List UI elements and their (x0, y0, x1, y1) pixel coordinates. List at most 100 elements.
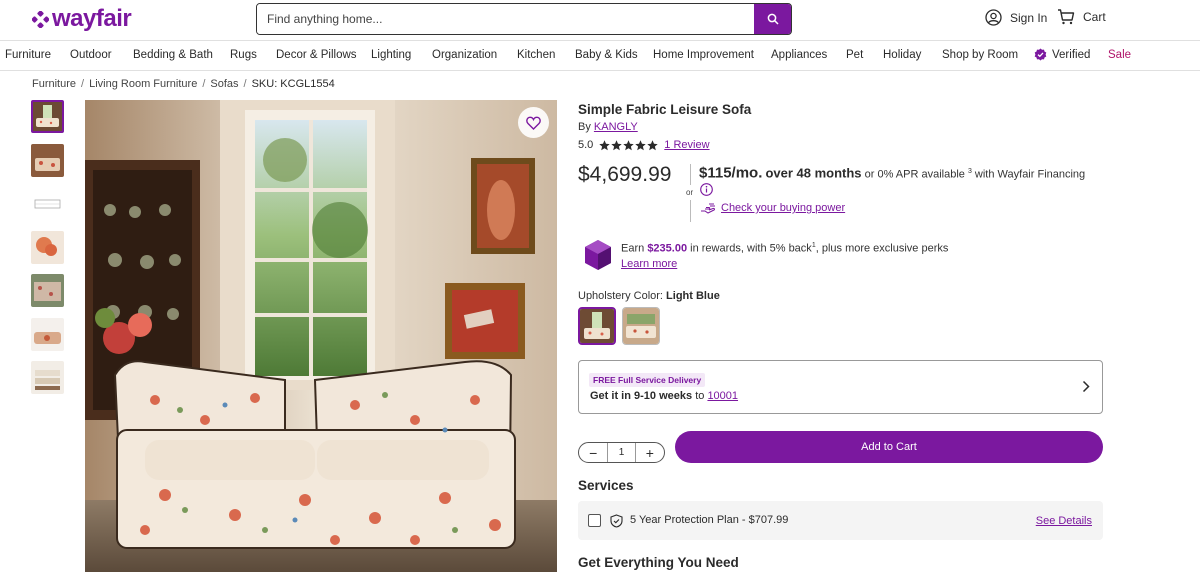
delivery-weeks: 9-10 weeks (634, 390, 693, 402)
divider-line (690, 200, 691, 222)
star-icon (611, 139, 622, 150)
thumbnail-4[interactable] (31, 230, 64, 264)
thumbnail-6[interactable] (31, 317, 64, 351)
nav-pet[interactable]: Pet (846, 49, 863, 61)
breadcrumb-separator: / (243, 78, 247, 90)
learn-more-link[interactable]: Learn more (621, 258, 677, 270)
thumbnail-3[interactable] (31, 187, 64, 220)
verified-label: Verified (1052, 48, 1091, 61)
decrease-quantity-button[interactable]: − (579, 443, 607, 462)
wayfair-logo-icon (32, 10, 49, 28)
quantity-stepper: − 1 + (578, 442, 665, 463)
sign-in-link[interactable]: Sign In (985, 9, 1047, 26)
shield-icon (610, 514, 623, 528)
zip-code-link[interactable]: 10001 (707, 390, 738, 402)
nav-kitchen[interactable]: Kitchen (517, 49, 555, 61)
breadcrumb-living-room[interactable]: Living Room Furniture (89, 78, 197, 90)
or-label: or (686, 188, 694, 197)
upholstery-label: Upholstery Color: (578, 290, 663, 302)
color-swatch-alt[interactable] (622, 307, 660, 345)
divider-line (690, 164, 691, 185)
rating-stars (599, 139, 658, 151)
star-icon (647, 139, 658, 150)
nav-home-improvement[interactable]: Home Improvement (653, 49, 754, 61)
nav-decor-pillows[interactable]: Decor & Pillows (276, 49, 357, 61)
rewards-amount: $235.00 (647, 242, 688, 255)
star-icon (623, 139, 634, 150)
wayfair-logo[interactable]: wayfair (32, 5, 132, 32)
by-prefix: By (578, 121, 591, 133)
nav-furniture[interactable]: Furniture (5, 49, 51, 61)
monthly-amount: $115/mo. (699, 164, 763, 182)
favorite-button[interactable] (518, 107, 549, 138)
cart-link[interactable]: Cart (1057, 9, 1106, 25)
apr-text: or 0% APR available (864, 168, 965, 181)
buying-power-label: Check your buying power (721, 202, 846, 214)
rewards-mid: in rewards, with 5% back (690, 242, 812, 255)
upholstery-value: Light Blue (666, 290, 720, 302)
breadcrumb-sku: SKU: KCGL1554 (251, 78, 335, 90)
heart-icon (526, 116, 541, 130)
apr-footnote: 3 (967, 168, 972, 175)
nav-verified[interactable]: Verified (1034, 48, 1090, 61)
delivery-prefix: Get it in (590, 390, 631, 402)
breadcrumb-sofas[interactable]: Sofas (210, 78, 238, 90)
nav-outdoor[interactable]: Outdoor (70, 49, 112, 61)
site-header: wayfair Sign In Cart (0, 0, 1200, 40)
breadcrumb-separator: / (202, 78, 206, 90)
nav-rugs[interactable]: Rugs (230, 49, 257, 61)
reviews-link[interactable]: 1 Review (664, 139, 709, 151)
nav-organization[interactable]: Organization (432, 49, 497, 61)
earn-label: Earn (621, 242, 645, 255)
nav-sale[interactable]: Sale (1108, 49, 1131, 61)
star-icon (599, 139, 610, 150)
account-icon (985, 9, 1002, 26)
add-to-cart-button[interactable]: Add to Cart (675, 431, 1103, 463)
info-icon (700, 183, 713, 196)
search-button[interactable] (754, 4, 791, 34)
thumbnail-1[interactable] (31, 100, 64, 133)
thumbnail-5[interactable] (31, 274, 64, 307)
thumbnail-strip (31, 100, 64, 405)
sign-in-label: Sign In (1010, 10, 1048, 25)
sofa-photo (85, 100, 557, 572)
brand-link[interactable]: KANGLY (594, 121, 638, 133)
free-delivery-tag: FREE Full Service Delivery (589, 373, 706, 387)
breadcrumb: Furniture / Living Room Furniture / Sofa… (32, 78, 335, 90)
rating-value: 5.0 (578, 139, 594, 151)
search-input[interactable] (257, 4, 754, 34)
see-details-link[interactable]: See Details (1036, 515, 1092, 527)
hand-money-icon (701, 203, 716, 214)
chevron-right-icon (1082, 380, 1090, 393)
increase-quantity-button[interactable]: + (636, 443, 664, 462)
delivery-card[interactable]: FREE Full Service Delivery Get it in 9-1… (578, 360, 1103, 414)
thumbnail-7[interactable] (31, 361, 64, 394)
rewards-banner: Earn $235.00 in rewards, with 5% back1, … (584, 239, 1004, 273)
category-nav: Furniture Outdoor Bedding & Bath Rugs De… (0, 40, 1200, 71)
search-icon (767, 13, 779, 25)
get-everything-heading: Get Everything You Need (578, 555, 739, 570)
buying-power-link[interactable]: Check your buying power (700, 202, 845, 214)
protection-plan-checkbox[interactable] (588, 514, 601, 527)
thumbnail-2[interactable] (31, 143, 64, 177)
nav-shop-by-room[interactable]: Shop by Room (942, 49, 1018, 61)
product-rating: 5.0 1 Review (578, 139, 710, 151)
delivery-estimate: Get it in 9-10 weeks to 10001 (590, 390, 738, 402)
nav-appliances[interactable]: Appliances (771, 49, 827, 61)
nav-lighting[interactable]: Lighting (371, 49, 411, 61)
quantity-value[interactable]: 1 (607, 443, 636, 462)
product-by: By KANGLY (578, 121, 638, 133)
color-swatch-light-blue[interactable] (578, 307, 616, 345)
logo-text: wayfair (52, 5, 132, 32)
nav-holiday[interactable]: Holiday (883, 49, 921, 61)
financing-text: with Wayfair Financing (974, 168, 1086, 181)
product-main-image[interactable] (85, 100, 557, 572)
financing-info-button[interactable] (700, 183, 713, 201)
financing-offer: $115/mo. over 48 months or 0% APR availa… (699, 164, 1103, 183)
nav-baby-kids[interactable]: Baby & Kids (575, 49, 638, 61)
services-heading: Services (578, 478, 634, 493)
nav-bedding-bath[interactable]: Bedding & Bath (133, 49, 213, 61)
monthly-term: over 48 months (765, 165, 862, 181)
breadcrumb-furniture[interactable]: Furniture (32, 78, 76, 90)
rewards-cube-icon (585, 240, 611, 270)
